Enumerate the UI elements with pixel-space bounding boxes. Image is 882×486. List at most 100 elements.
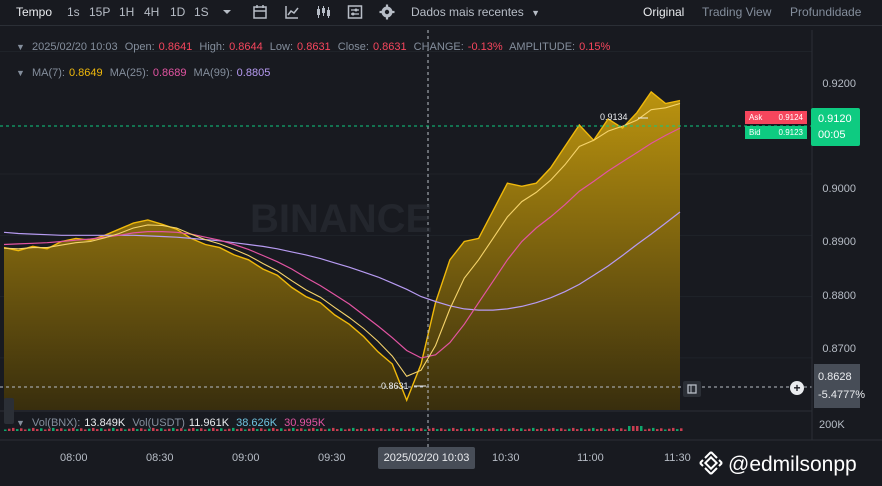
volume-bar xyxy=(344,429,347,431)
volume-bar xyxy=(296,429,299,431)
amplitude-label: AMPLITUDE: xyxy=(509,41,576,53)
volume-bar xyxy=(584,429,587,431)
tab-original[interactable]: Original xyxy=(643,5,684,19)
chevron-down-icon[interactable] xyxy=(219,4,235,20)
interval-1s[interactable]: 1s xyxy=(67,5,80,19)
volume-bar xyxy=(600,428,603,431)
volume-bar xyxy=(624,429,627,431)
volume-bar xyxy=(148,428,151,431)
bid-label: Bid xyxy=(749,128,761,137)
ma25-label: MA(25): xyxy=(109,67,149,79)
time-tick-label: 11:00 xyxy=(577,452,604,464)
volume-bar xyxy=(188,428,191,431)
volume-bar xyxy=(500,428,503,431)
low-value: 0.8631 xyxy=(297,41,331,53)
ma7-value: 0.8649 xyxy=(68,67,103,79)
volume-bar xyxy=(4,429,7,431)
gear-icon[interactable] xyxy=(379,4,395,20)
interval-1d[interactable]: 1D xyxy=(170,5,185,19)
volume-bar xyxy=(468,428,471,431)
volume-bar xyxy=(204,429,207,431)
collapse-volume-chevron-icon[interactable]: ▼ xyxy=(16,418,25,428)
volume-bar xyxy=(604,429,607,431)
volume-bar xyxy=(44,429,47,431)
volume-bar xyxy=(424,429,427,431)
volume-bar xyxy=(56,429,59,431)
interval-1h[interactable]: 1H xyxy=(119,5,134,19)
volume-bar xyxy=(96,429,99,431)
volume-bar xyxy=(428,428,431,431)
vol-bnx-value: 13.849K xyxy=(84,417,126,429)
ma99-label: MA(99): xyxy=(193,67,233,79)
volume-bar xyxy=(632,426,635,431)
volume-bar xyxy=(64,429,67,431)
volume-bar xyxy=(244,429,247,431)
volume-bar xyxy=(476,429,479,431)
last-price-value: 0.9120 xyxy=(818,113,852,125)
volume-bar xyxy=(144,429,147,431)
volume-bar xyxy=(568,428,571,431)
volume-bar xyxy=(464,429,467,431)
ma-legend: ▼ MA(7): 0.8649 MA(25): 0.8689 MA(99): 0.88… xyxy=(16,67,274,79)
volume-bar xyxy=(324,429,327,431)
layers-icon[interactable] xyxy=(683,381,701,397)
volume-bar xyxy=(656,429,659,431)
interval-4h[interactable]: 4H xyxy=(144,5,159,19)
volume-bar xyxy=(596,429,599,431)
volume-bar xyxy=(400,428,403,431)
interval-1s-week[interactable]: 1S xyxy=(194,5,209,19)
calendar-icon[interactable] xyxy=(252,4,268,20)
volume-bar xyxy=(108,428,111,431)
interval-15p[interactable]: 15P xyxy=(89,5,110,19)
volume-bar xyxy=(608,428,611,431)
change-value: -0.13% xyxy=(467,41,503,53)
price-tick-label: 0.9000 xyxy=(822,183,856,195)
volume-bar xyxy=(488,428,491,431)
volume-bar xyxy=(404,429,407,431)
volume-bar xyxy=(8,428,11,431)
volume-bar xyxy=(124,429,127,431)
volume-bar xyxy=(664,429,667,431)
volume-bar xyxy=(328,428,331,431)
crosshair-price-tag: 0.8628 -5.4777% xyxy=(814,364,865,408)
vol-ma2-value: 30.995K xyxy=(284,417,326,429)
volume-bar xyxy=(460,428,463,431)
volume-bar xyxy=(308,428,311,431)
volume-bar xyxy=(28,428,31,431)
collapse-chevron-icon[interactable]: ▼ xyxy=(16,42,25,52)
volume-bar xyxy=(276,429,279,431)
volume-bar xyxy=(492,427,495,431)
volume-bar xyxy=(392,427,395,431)
tab-depth[interactable]: Profundidade xyxy=(790,5,861,19)
volume-bar xyxy=(672,427,675,431)
volume-bar xyxy=(164,429,167,431)
ohlc-legend: ▼ 2025/02/20 10:03 Open: 0.8641 High: 0.86… xyxy=(16,41,614,53)
price-area xyxy=(4,91,680,411)
vol-usdt-value: 11.961K xyxy=(188,417,230,429)
volume-bar xyxy=(304,429,307,431)
candle-type-icon[interactable] xyxy=(315,4,331,20)
volume-bar xyxy=(388,428,391,431)
sliders-icon[interactable] xyxy=(347,4,363,20)
tab-trading-view[interactable]: Trading View xyxy=(702,5,771,19)
volume-bar xyxy=(572,427,575,431)
volume-bar xyxy=(580,428,583,431)
volume-bar xyxy=(104,429,107,431)
volume-bar xyxy=(336,429,339,431)
volume-legend: ▼ Vol(BNX): 13.849K Vol(USDT) 11.961K 38.6… xyxy=(16,417,329,429)
indicator-icon[interactable] xyxy=(284,4,300,20)
pane-resize-handle[interactable] xyxy=(4,398,14,424)
volume-bar xyxy=(88,428,91,431)
volume-bar xyxy=(444,429,447,431)
ohlc-date: 2025/02/20 10:03 xyxy=(31,41,118,53)
volume-bar xyxy=(76,429,79,431)
add-alert-plus-icon[interactable]: + xyxy=(790,381,804,395)
volume-bar xyxy=(332,427,335,431)
data-source-select[interactable]: Dados mais recentes ▼ xyxy=(411,5,540,19)
collapse-ma-chevron-icon[interactable]: ▼ xyxy=(16,68,25,78)
volume-bar xyxy=(264,429,267,431)
volume-bar xyxy=(380,428,383,431)
ask-tag: Ask 0.9124 xyxy=(745,111,807,124)
volume-bar xyxy=(652,427,655,431)
volume-bar xyxy=(248,428,251,431)
